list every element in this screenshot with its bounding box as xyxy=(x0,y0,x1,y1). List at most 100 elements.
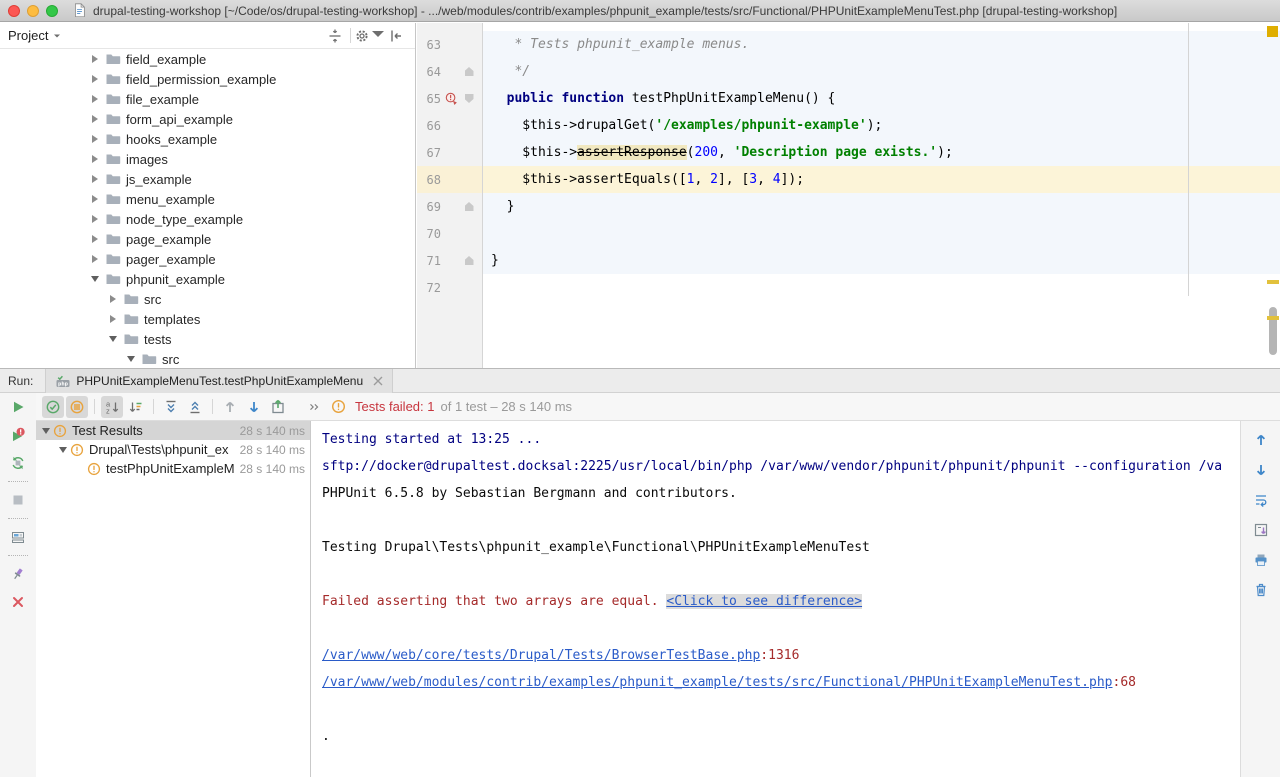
project-tree-item[interactable]: templates xyxy=(0,309,415,329)
down-the-stack-trace-button[interactable] xyxy=(1250,459,1272,481)
restore-layout-button[interactable] xyxy=(7,526,29,548)
fold-marker-slot[interactable] xyxy=(461,67,477,76)
project-tree-item[interactable]: file_example xyxy=(0,89,415,109)
project-tree-item[interactable]: src xyxy=(0,349,415,368)
expand-arrow-icon[interactable] xyxy=(89,235,100,243)
collapse-arrow-icon[interactable] xyxy=(38,428,53,434)
collapse-divider-button[interactable] xyxy=(324,25,346,47)
show-ignored-button[interactable] xyxy=(66,396,88,418)
project-tree-item[interactable]: js_example xyxy=(0,169,415,189)
toggle-auto-test-button[interactable] xyxy=(7,452,29,474)
console-link[interactable]: /var/www/web/core/tests/Drupal/Tests/Bro… xyxy=(322,648,760,663)
sort-by-duration-button[interactable] xyxy=(125,396,147,418)
project-tree-item[interactable]: form_api_example xyxy=(0,109,415,129)
chevron-more-icon[interactable] xyxy=(307,400,321,414)
rerun-failed-icon xyxy=(10,427,26,443)
editor-code-area[interactable]: * Tests phpunit_example menus. */ public… xyxy=(483,23,1280,368)
up-the-stack-trace-button[interactable] xyxy=(1250,429,1272,451)
show-passed-button[interactable] xyxy=(42,396,64,418)
fold-up-icon[interactable] xyxy=(465,67,474,76)
console-link[interactable]: /var/www/web/modules/contrib/examples/ph… xyxy=(322,675,1113,690)
expand-arrow-icon[interactable] xyxy=(89,215,100,223)
expand-arrow-icon[interactable] xyxy=(107,315,118,323)
console-link[interactable]: <Click to see difference> xyxy=(666,594,862,609)
project-tree-item[interactable]: page_example xyxy=(0,229,415,249)
code-line[interactable]: $this->drupalGet('/examples/phpunit-exam… xyxy=(483,112,1280,139)
hide-panel-button[interactable] xyxy=(385,25,407,47)
expand-arrow-icon[interactable] xyxy=(107,295,118,303)
code-line[interactable]: } xyxy=(483,193,1280,220)
export-test-results-button[interactable] xyxy=(267,396,289,418)
collapse-arrow-icon[interactable] xyxy=(125,356,136,362)
warning-stripe-mark[interactable] xyxy=(1267,316,1279,320)
clear-all-button[interactable] xyxy=(1250,579,1272,601)
print-button[interactable] xyxy=(1250,549,1272,571)
close-window-button[interactable] xyxy=(8,5,20,17)
editor-scrollbar-thumb[interactable] xyxy=(1269,307,1277,355)
fold-marker-slot[interactable] xyxy=(461,256,477,265)
expand-arrow-icon[interactable] xyxy=(89,95,100,103)
project-tree-item[interactable]: pager_example xyxy=(0,249,415,269)
minimize-window-button[interactable] xyxy=(27,5,39,17)
project-tree-item[interactable]: phpunit_example xyxy=(0,269,415,289)
collapse-arrow-icon[interactable] xyxy=(107,336,118,342)
warning-stripe-mark[interactable] xyxy=(1267,280,1279,284)
code-line[interactable] xyxy=(483,220,1280,247)
project-tree-item[interactable]: field_permission_example xyxy=(0,69,415,89)
project-tree-item[interactable]: hooks_example xyxy=(0,129,415,149)
test-tree-item[interactable]: Drupal\Tests\phpunit_ex28 s 140 ms xyxy=(36,440,310,459)
previous-failed-test-button[interactable] xyxy=(219,396,241,418)
sort-alphabetically-button[interactable]: az xyxy=(101,396,123,418)
code-line[interactable] xyxy=(483,274,1280,301)
stop-button[interactable] xyxy=(7,489,29,511)
fold-down-icon[interactable] xyxy=(465,94,474,103)
expand-arrow-icon[interactable] xyxy=(89,115,100,123)
code-line[interactable]: } xyxy=(483,247,1280,274)
expand-arrow-icon[interactable] xyxy=(89,175,100,183)
code-line[interactable]: */ xyxy=(483,58,1280,85)
inspection-status-indicator[interactable] xyxy=(1267,26,1278,37)
rerun-tests-button[interactable] xyxy=(7,396,29,418)
project-panel-title[interactable]: Project xyxy=(8,28,48,43)
failed-test-run-icon[interactable] xyxy=(441,92,461,105)
close-button[interactable] xyxy=(7,591,29,613)
collapse-arrow-icon[interactable] xyxy=(55,447,70,453)
code-line[interactable]: * Tests phpunit_example menus. xyxy=(483,31,1280,58)
project-tree-item[interactable]: menu_example xyxy=(0,189,415,209)
chevron-down-icon[interactable] xyxy=(53,32,61,40)
expand-arrow-icon[interactable] xyxy=(89,155,100,163)
project-tree-item[interactable]: src xyxy=(0,289,415,309)
code-line[interactable]: $this->assertEquals([1, 2], [3, 4]); xyxy=(483,166,1280,193)
expand-arrow-icon[interactable] xyxy=(89,135,100,143)
run-tab[interactable]: php PHPUnitExampleMenuTest.testPhpUnitEx… xyxy=(45,369,393,393)
scroll-to-end-button[interactable] xyxy=(1250,519,1272,541)
code-line[interactable]: public function testPhpUnitExampleMenu()… xyxy=(483,85,1280,112)
fold-marker-slot[interactable] xyxy=(461,94,477,103)
fold-up-icon[interactable] xyxy=(465,256,474,265)
gear-button[interactable] xyxy=(355,25,385,47)
zoom-window-button[interactable] xyxy=(46,5,58,17)
project-tree-item[interactable]: node_type_example xyxy=(0,209,415,229)
expand-arrow-icon[interactable] xyxy=(89,195,100,203)
test-tree-item[interactable]: Test Results28 s 140 ms xyxy=(36,421,310,440)
expand-arrow-icon[interactable] xyxy=(89,255,100,263)
project-tree-item[interactable]: tests xyxy=(0,329,415,349)
use-soft-wraps-button[interactable] xyxy=(1250,489,1272,511)
collapse-arrow-icon[interactable] xyxy=(89,276,100,282)
expand-arrow-icon[interactable] xyxy=(89,75,100,83)
test-tree-item[interactable]: testPhpUnitExampleM28 s 140 ms xyxy=(36,459,310,478)
pin-tab-button[interactable] xyxy=(7,563,29,585)
next-failed-test-button[interactable] xyxy=(243,396,265,418)
fold-up-icon[interactable] xyxy=(465,202,474,211)
code-line[interactable]: $this->assertResponse(200, 'Description … xyxy=(483,139,1280,166)
expand-all-button[interactable] xyxy=(160,396,182,418)
collapse-all-button[interactable] xyxy=(184,396,206,418)
project-tree-item[interactable]: field_example xyxy=(0,49,415,69)
line-number: 68 xyxy=(417,173,441,187)
project-tree-item[interactable]: images xyxy=(0,149,415,169)
close-icon[interactable] xyxy=(373,376,383,386)
expand-arrow-icon[interactable] xyxy=(89,55,100,63)
fold-marker-slot[interactable] xyxy=(461,202,477,211)
hide-panel-icon xyxy=(388,28,404,44)
rerun-failed-tests-button[interactable] xyxy=(7,424,29,446)
